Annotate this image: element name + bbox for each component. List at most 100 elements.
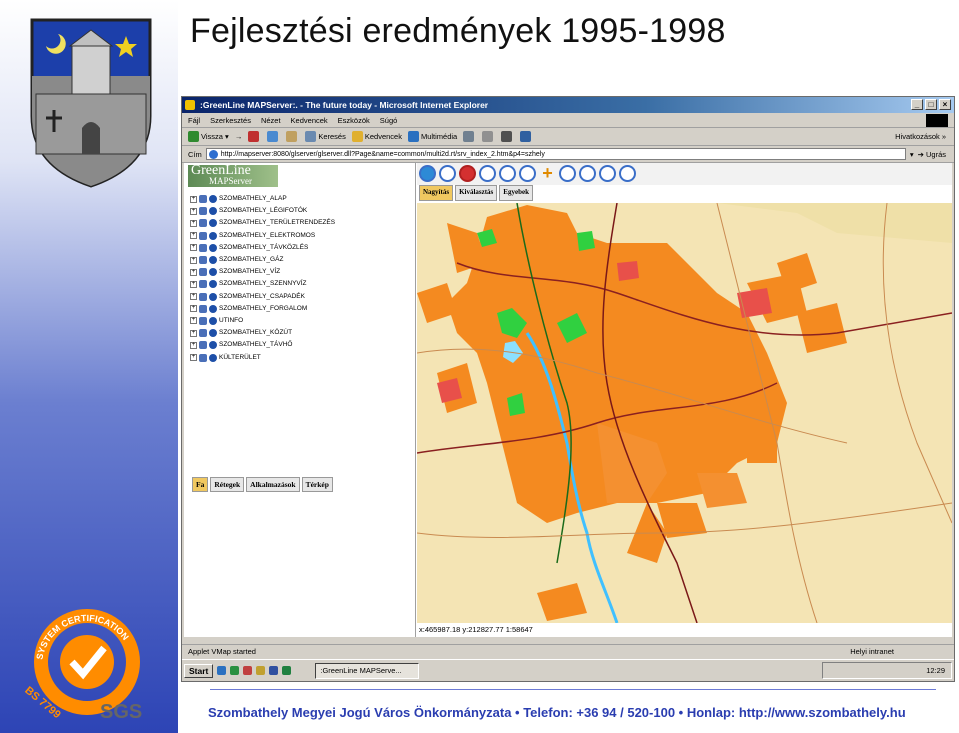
layer-icon xyxy=(199,268,207,277)
layer-tree-item[interactable]: + SZOMBATHELY_VÍZ xyxy=(190,266,335,278)
visibility-icon[interactable] xyxy=(209,353,217,362)
expand-icon[interactable]: + xyxy=(190,219,197,227)
visibility-icon[interactable] xyxy=(209,341,217,350)
address-input[interactable]: http://mapserver:8080/glserver/glserver.… xyxy=(205,148,906,160)
expand-icon[interactable]: + xyxy=(190,305,197,313)
tab-nagyitas[interactable]: Nagyítás xyxy=(419,185,454,201)
favorites-button[interactable]: Kedvencek xyxy=(351,128,402,146)
menu-view[interactable]: Nézet xyxy=(261,113,281,127)
layer-tree-item[interactable]: + SZOMBATHELY_CSAPADÉK xyxy=(190,291,335,303)
refresh-map-icon[interactable] xyxy=(439,165,456,182)
close-button[interactable]: × xyxy=(939,99,951,110)
sgs-certification-logo: SYSTEM CERTIFICATION BS 7799 SGS xyxy=(22,609,142,722)
layer-tree-item[interactable]: + SZOMBATHELY_KÖZÚT xyxy=(190,327,335,339)
menu-tools[interactable]: Eszközök xyxy=(338,113,370,127)
find-icon[interactable] xyxy=(619,165,636,182)
expand-icon[interactable]: + xyxy=(190,280,197,288)
tab-kivalasztas[interactable]: Kiválasztás xyxy=(455,185,498,201)
layer-tree-item[interactable]: + SZOMBATHELY_TERÜLETRENDEZÉS xyxy=(190,217,335,229)
links-button[interactable]: Hivatkozások » xyxy=(895,128,946,146)
zoom-in-icon[interactable] xyxy=(479,165,496,182)
expand-icon[interactable]: + xyxy=(190,195,197,203)
forward-button[interactable]: → xyxy=(235,128,243,146)
expand-icon[interactable]: + xyxy=(190,317,197,325)
measure-icon[interactable] xyxy=(599,165,616,182)
layer-tree-item[interactable]: + SZOMBATHELY_TÁVHŐ xyxy=(190,339,335,351)
history-icon[interactable] xyxy=(463,131,475,142)
visibility-icon[interactable] xyxy=(209,231,217,240)
tab-retegek[interactable]: Rétegek xyxy=(210,477,245,492)
search-button[interactable]: Keresés xyxy=(305,128,346,146)
layer-tree-item[interactable]: + SZOMBATHELY_ELEKTROMOS xyxy=(190,230,335,242)
layer-tree-item[interactable]: + SZOMBATHELY_FORGALOM xyxy=(190,303,335,315)
zoom-previous-icon[interactable] xyxy=(579,165,596,182)
menu-help[interactable]: Súgó xyxy=(380,113,398,127)
quicklaunch-word-icon[interactable] xyxy=(269,666,279,675)
menu-bar: Fájl Szerkesztés Nézet Kedvencek Eszközö… xyxy=(182,113,954,128)
layer-tree-item[interactable]: + SZOMBATHELY_LÉGIFOTÓK xyxy=(190,205,335,217)
maximize-button[interactable]: □ xyxy=(925,99,937,110)
layer-panel: GreenLine MAPServer + SZOMBATHELY_ALAP + SZ… xyxy=(184,163,416,637)
visibility-icon[interactable] xyxy=(209,256,217,265)
layer-tree-item[interactable]: + SZOMBATHELY_SZENNYVÍZ xyxy=(190,278,335,290)
pan-icon[interactable]: + xyxy=(539,164,556,182)
tab-egyebek[interactable]: Egyebek xyxy=(499,185,533,201)
expand-icon[interactable]: + xyxy=(190,268,197,276)
menu-file[interactable]: Fájl xyxy=(188,113,200,127)
city-map[interactable] xyxy=(417,203,952,623)
expand-icon[interactable]: + xyxy=(190,256,197,264)
tab-fa[interactable]: Fa xyxy=(192,477,209,492)
layer-tree-item[interactable]: + SZOMBATHELY_TÁVKÖZLÉS xyxy=(190,242,335,254)
slide-title: Fejlesztési eredmények 1995-1998 xyxy=(190,12,726,50)
visibility-icon[interactable] xyxy=(209,304,217,313)
menu-edit[interactable]: Szerkesztés xyxy=(210,113,251,127)
visibility-icon[interactable] xyxy=(209,292,217,301)
back-button[interactable]: Vissza ▾ xyxy=(188,128,229,146)
stop-icon[interactable] xyxy=(248,131,260,142)
taskbar-item-ie[interactable]: :GreenLine MAPServe... xyxy=(315,662,420,679)
pin-icon[interactable] xyxy=(459,165,476,182)
zoom-out-icon[interactable] xyxy=(499,165,516,182)
word-icon[interactable] xyxy=(520,131,532,142)
quicklaunch-desktop-icon[interactable] xyxy=(230,666,240,675)
expand-icon[interactable]: + xyxy=(190,293,197,301)
refresh-icon[interactable] xyxy=(267,131,279,142)
expand-icon[interactable]: + xyxy=(190,329,197,337)
home-icon[interactable] xyxy=(286,131,298,142)
go-button[interactable]: ➔ Ugrás xyxy=(918,146,946,163)
visibility-icon[interactable] xyxy=(209,316,217,325)
visibility-icon[interactable] xyxy=(209,280,217,289)
minimize-button[interactable]: _ xyxy=(911,99,923,110)
layer-tree-item[interactable]: + SZOMBATHELY_GÁZ xyxy=(190,254,335,266)
start-button[interactable]: Start xyxy=(184,663,214,678)
visibility-icon[interactable] xyxy=(209,219,217,228)
expand-icon[interactable]: + xyxy=(190,232,197,240)
expand-icon[interactable]: + xyxy=(190,207,197,215)
quicklaunch-folder-icon[interactable] xyxy=(256,666,266,675)
tab-terkep[interactable]: Térkép xyxy=(301,477,333,492)
quicklaunch-excel-icon[interactable] xyxy=(282,666,292,675)
zoom-window-icon[interactable] xyxy=(519,165,536,182)
visibility-icon[interactable] xyxy=(209,268,217,277)
tab-alkalmazasok[interactable]: Alkalmazások xyxy=(246,477,300,492)
quicklaunch-app-icon[interactable] xyxy=(243,666,253,675)
expand-icon[interactable]: + xyxy=(190,341,197,349)
visibility-icon[interactable] xyxy=(209,243,217,252)
visibility-icon[interactable] xyxy=(209,207,217,216)
dropdown-arrow-icon[interactable]: ▾ xyxy=(910,146,914,163)
layer-tree-item[interactable]: + SZOMBATHELY_ALAP xyxy=(190,193,335,205)
expand-icon[interactable]: + xyxy=(190,354,197,362)
layer-tree-item[interactable]: + UTINFO xyxy=(190,315,335,327)
mail-icon[interactable] xyxy=(482,131,494,142)
visibility-icon[interactable] xyxy=(209,195,217,204)
window-titlebar[interactable]: :GreenLine MAPServer:. - The future toda… xyxy=(182,97,954,113)
menu-favorites[interactable]: Kedvencek xyxy=(291,113,328,127)
layer-tree-item[interactable]: + KÜLTERÜLET xyxy=(190,351,335,363)
print-icon[interactable] xyxy=(501,131,513,142)
media-button[interactable]: Multimédia xyxy=(407,128,457,146)
visibility-icon[interactable] xyxy=(209,329,217,338)
zoom-area-icon[interactable] xyxy=(559,165,576,182)
globe-icon[interactable] xyxy=(419,165,436,182)
expand-icon[interactable]: + xyxy=(190,244,197,252)
quicklaunch-ie-icon[interactable] xyxy=(217,666,227,675)
